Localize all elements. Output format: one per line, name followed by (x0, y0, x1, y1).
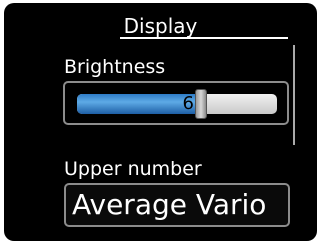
slider-fill: 6 (77, 94, 197, 114)
slider-thumb[interactable] (195, 89, 207, 119)
device-screen: Display Brightness 6 Upper number Averag… (4, 3, 317, 241)
scrollbar[interactable] (293, 45, 295, 145)
upper-number-value: Average Vario (72, 188, 267, 221)
upper-number-label: Upper number (64, 158, 202, 180)
title-underline (120, 37, 288, 39)
page-title: Display (123, 14, 198, 38)
slider-track[interactable]: 6 (77, 94, 277, 114)
upper-number-select[interactable]: Average Vario (64, 183, 290, 227)
brightness-label: Brightness (64, 56, 166, 78)
brightness-slider[interactable]: 6 (63, 81, 289, 125)
